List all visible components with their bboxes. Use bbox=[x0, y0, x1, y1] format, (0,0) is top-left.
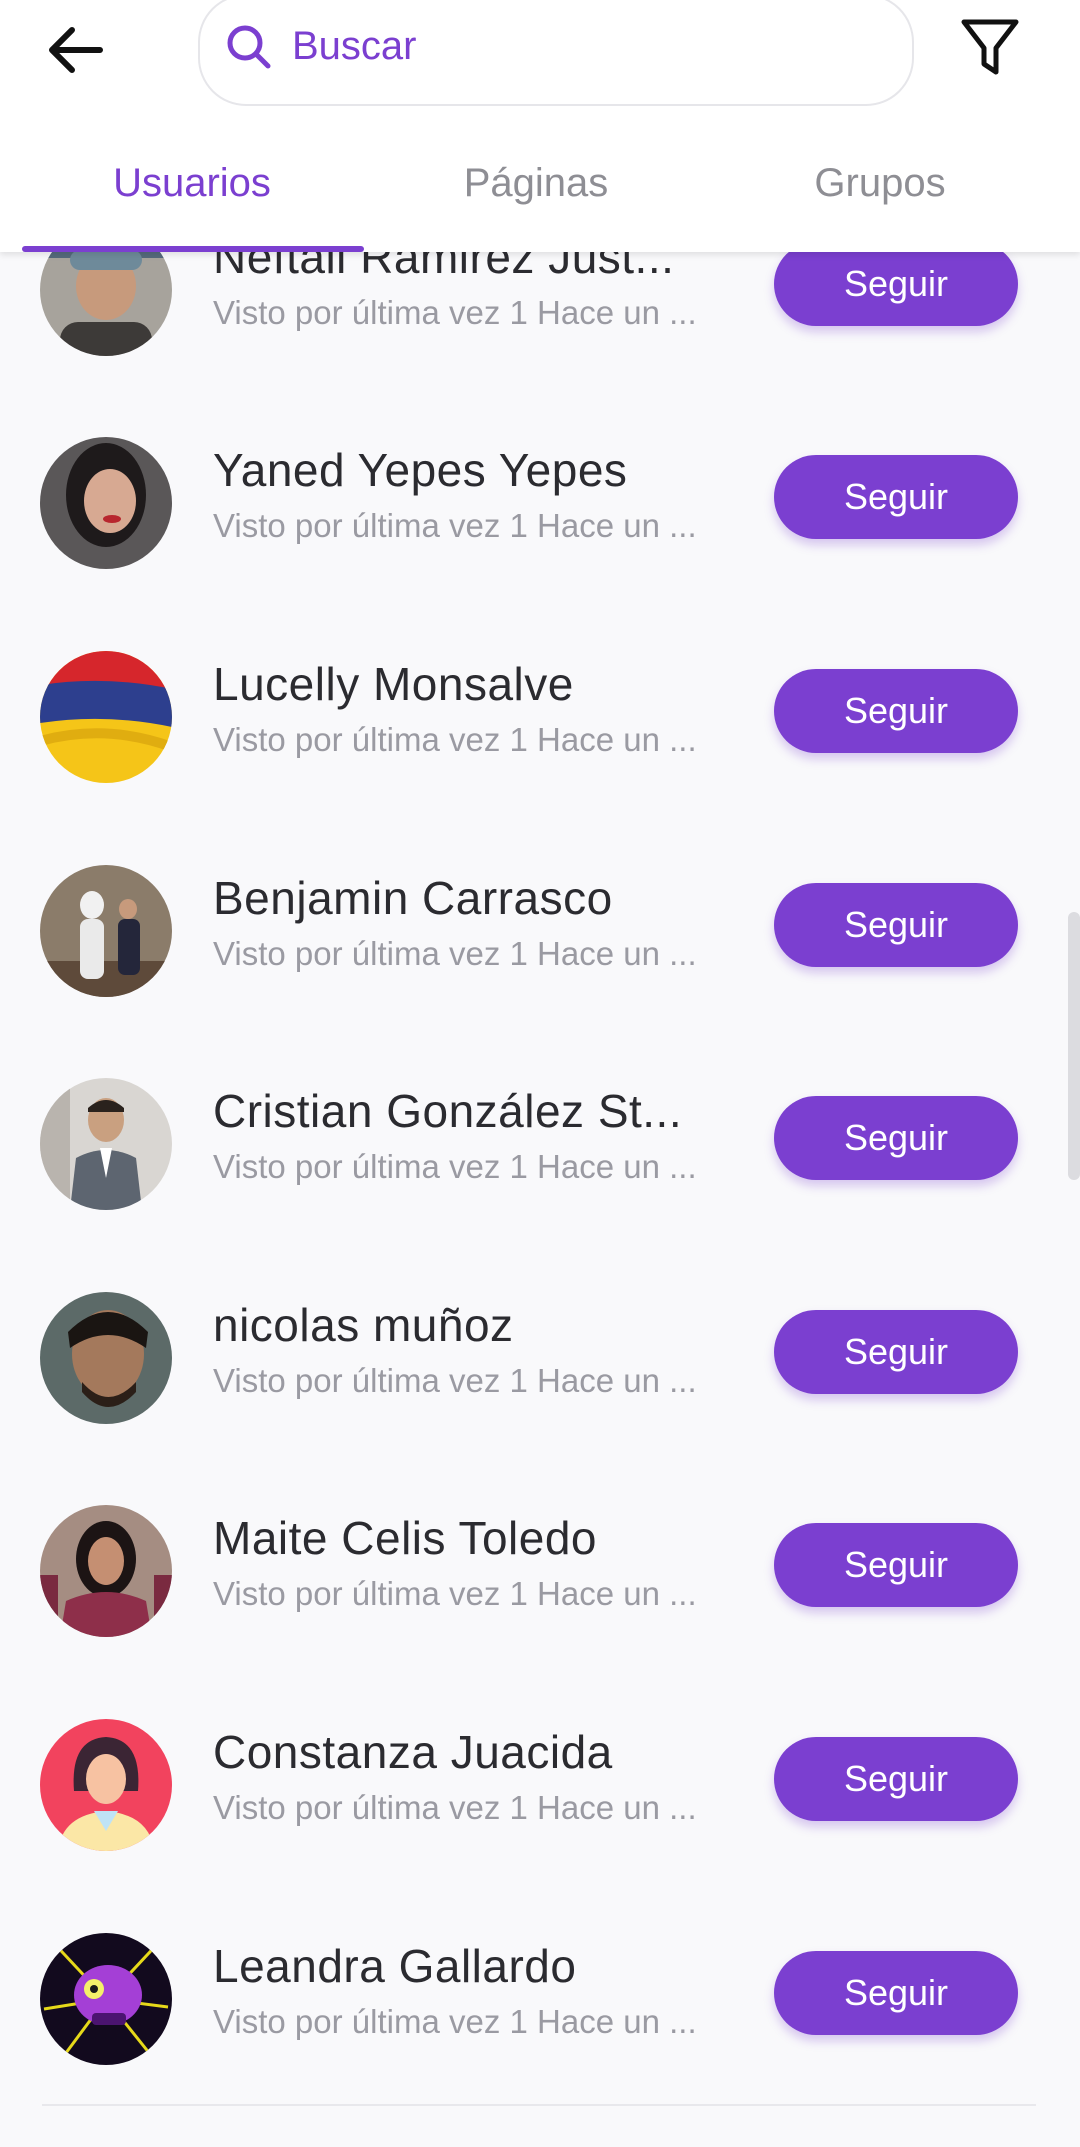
funnel-icon bbox=[961, 19, 1019, 75]
user-name: Constanza Juacida bbox=[213, 1726, 613, 1778]
user-name: Maite Celis Toledo bbox=[213, 1512, 598, 1564]
user-row[interactable]: Benjamin Carrasco Visto por última vez 1… bbox=[0, 865, 1080, 1079]
user-row[interactable]: Cristian González St... Visto por última… bbox=[0, 1078, 1080, 1292]
follow-button[interactable]: Seguir bbox=[774, 1310, 1018, 1394]
search-icon bbox=[227, 25, 271, 69]
user-name: Yaned Yepes Yepes bbox=[213, 444, 628, 496]
avatar[interactable] bbox=[40, 1505, 172, 1637]
last-seen-status: Visto por última vez 1 Hace un ... bbox=[213, 1148, 697, 1185]
avatar[interactable] bbox=[40, 1719, 172, 1851]
follow-button[interactable]: Seguir bbox=[774, 669, 1018, 753]
last-seen-status: Visto por última vez 1 Hace un ... bbox=[213, 721, 697, 758]
user-row[interactable]: Constanza Juacida Visto por última vez 1… bbox=[0, 1719, 1080, 1933]
search-input[interactable] bbox=[290, 12, 854, 80]
user-name: Cristian González St... bbox=[213, 1085, 683, 1137]
user-list: Neftali Ramirez Just... Visto por última… bbox=[0, 0, 1080, 2115]
top-bar: Usuarios Páginas Grupos bbox=[0, 0, 1080, 252]
last-seen-status: Visto por última vez 1 Hace un ... bbox=[213, 1575, 697, 1612]
tab-paginas[interactable]: Páginas bbox=[356, 140, 716, 252]
follow-button[interactable]: Seguir bbox=[774, 1951, 1018, 2035]
arrow-left-icon bbox=[49, 27, 103, 73]
avatar[interactable] bbox=[40, 437, 172, 569]
list-divider bbox=[42, 2104, 1036, 2106]
scrollbar-thumb[interactable] bbox=[1068, 912, 1080, 1180]
tab-usuarios[interactable]: Usuarios bbox=[12, 140, 372, 252]
user-row[interactable]: nicolas muñoz Visto por última vez 1 Hac… bbox=[0, 1292, 1080, 1506]
follow-button[interactable]: Seguir bbox=[774, 883, 1018, 967]
avatar[interactable] bbox=[40, 1933, 172, 2065]
tab-bar: Usuarios Páginas Grupos bbox=[0, 140, 1080, 252]
tab-grupos[interactable]: Grupos bbox=[700, 140, 1060, 252]
filter-button[interactable] bbox=[960, 16, 1020, 80]
user-row[interactable]: Yaned Yepes Yepes Visto por última vez 1… bbox=[0, 437, 1080, 651]
last-seen-status: Visto por última vez 1 Hace un ... bbox=[213, 2003, 697, 2040]
user-row[interactable]: Lucelly Monsalve Visto por última vez 1 … bbox=[0, 651, 1080, 865]
last-seen-status: Visto por última vez 1 Hace un ... bbox=[213, 935, 697, 972]
avatar[interactable] bbox=[40, 865, 172, 997]
last-seen-status: Visto por última vez 1 Hace un ... bbox=[213, 507, 697, 544]
user-name: Benjamin Carrasco bbox=[213, 872, 613, 924]
avatar[interactable] bbox=[40, 1078, 172, 1210]
follow-button[interactable]: Seguir bbox=[774, 455, 1018, 539]
user-row[interactable]: Maite Celis Toledo Visto por última vez … bbox=[0, 1505, 1080, 1719]
follow-button[interactable]: Seguir bbox=[774, 1096, 1018, 1180]
active-tab-indicator bbox=[22, 246, 364, 252]
last-seen-status: Visto por última vez 1 Hace un ... bbox=[213, 294, 697, 331]
last-seen-status: Visto por última vez 1 Hace un ... bbox=[213, 1362, 697, 1399]
last-seen-status: Visto por última vez 1 Hace un ... bbox=[213, 1789, 697, 1826]
search-bar[interactable] bbox=[198, 0, 914, 106]
follow-button[interactable]: Seguir bbox=[774, 1737, 1018, 1821]
back-button[interactable] bbox=[40, 18, 112, 82]
user-name: Leandra Gallardo bbox=[213, 1940, 577, 1992]
user-name: Lucelly Monsalve bbox=[213, 658, 574, 710]
follow-button[interactable]: Seguir bbox=[774, 1523, 1018, 1607]
user-row[interactable]: Neftali Ramirez Just... Visto por última… bbox=[0, 224, 1080, 438]
avatar[interactable] bbox=[40, 1292, 172, 1424]
follow-button[interactable]: Seguir bbox=[774, 242, 1018, 326]
avatar[interactable] bbox=[40, 651, 172, 783]
user-name: nicolas muñoz bbox=[213, 1299, 514, 1351]
